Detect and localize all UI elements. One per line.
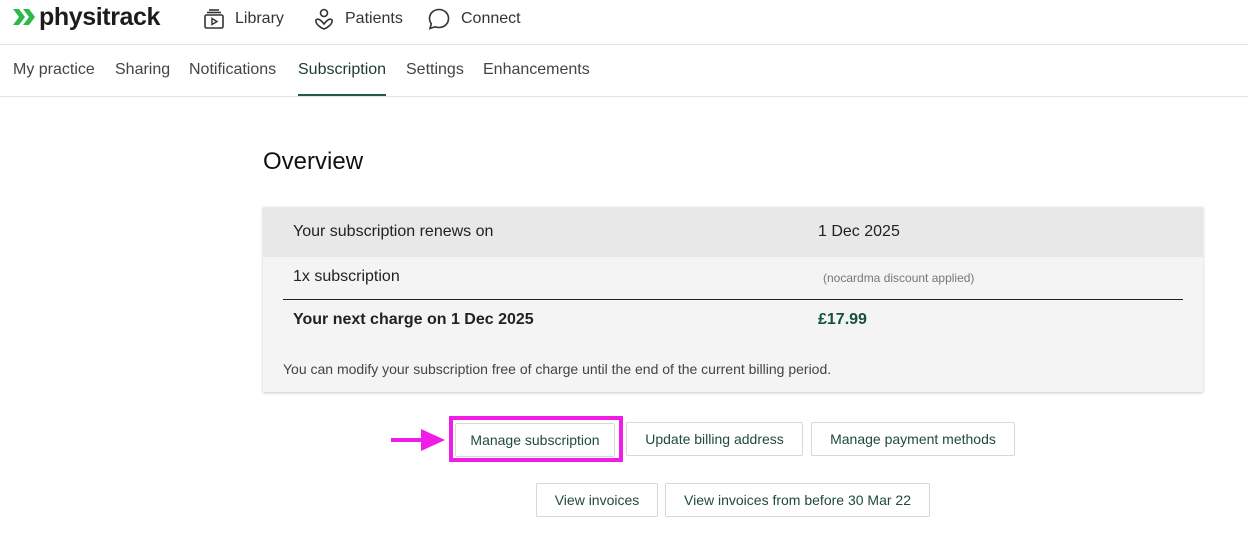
nav-connect-label: Connect	[461, 10, 521, 27]
pointer-arrow-icon	[391, 429, 445, 451]
discount-note: (nocardma discount applied)	[823, 271, 975, 285]
tab-my-practice[interactable]: My practice	[13, 45, 95, 95]
tab-settings[interactable]: Settings	[406, 45, 464, 95]
logo-text: physitrack	[39, 2, 161, 31]
billing-info-text: You can modify your subscription free of…	[283, 361, 832, 377]
next-charge-amount: £17.99	[818, 311, 867, 328]
tab-enhancements[interactable]: Enhancements	[483, 45, 590, 95]
subscription-summary-card: Your subscription renews on 1 Dec 2025 1…	[263, 207, 1203, 392]
nav-library[interactable]: Library	[203, 6, 284, 32]
update-billing-address-button[interactable]: Update billing address	[626, 422, 803, 456]
manage-payment-methods-button[interactable]: Manage payment methods	[811, 422, 1015, 456]
tab-subscription[interactable]: Subscription	[298, 45, 387, 96]
highlight-box	[449, 416, 623, 462]
renews-label: Your subscription renews on	[293, 223, 494, 240]
top-navigation-bar: physitrack Library Patients Connect	[0, 0, 1248, 45]
page-title: Overview	[263, 148, 364, 175]
nav-connect[interactable]: Connect	[427, 6, 521, 32]
library-icon	[204, 9, 224, 29]
renews-date: 1 Dec 2025	[818, 223, 900, 240]
view-invoices-button[interactable]: View invoices	[536, 483, 658, 517]
nav-patients-label: Patients	[345, 10, 403, 27]
nav-patients[interactable]: Patients	[313, 6, 403, 32]
patients-icon	[315, 8, 333, 30]
logo-chevrons-icon	[13, 9, 35, 25]
tab-sharing[interactable]: Sharing	[115, 45, 170, 95]
next-charge-label: Your next charge on 1 Dec 2025	[293, 311, 534, 328]
view-old-invoices-button[interactable]: View invoices from before 30 Mar 22	[665, 483, 930, 517]
plan-label: 1x subscription	[293, 268, 400, 285]
nav-library-label: Library	[235, 10, 284, 27]
tab-notifications[interactable]: Notifications	[189, 45, 276, 95]
physitrack-logo[interactable]: physitrack	[12, 2, 160, 32]
chat-bubble-icon	[428, 8, 450, 30]
settings-tabs: My practice Sharing Notifications Subscr…	[0, 45, 1248, 97]
summary-divider	[283, 299, 1183, 300]
